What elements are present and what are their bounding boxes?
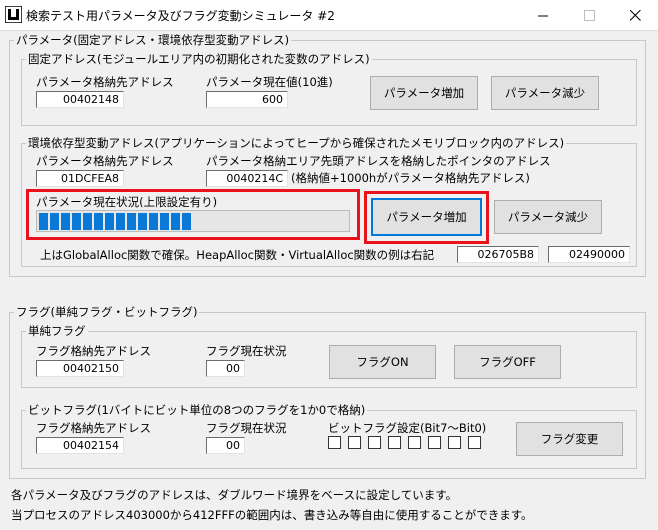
fixed-value-field[interactable]: 600 bbox=[206, 91, 288, 108]
progress-segment bbox=[149, 213, 158, 230]
bit-flag-checkbox-5[interactable] bbox=[368, 436, 381, 449]
bit-flag-address-field[interactable]: 00402154 bbox=[36, 437, 124, 454]
progress-segment bbox=[116, 213, 125, 230]
flag-off-button[interactable]: フラグOFF bbox=[454, 345, 561, 379]
bit-flag-checkbox-6[interactable] bbox=[348, 436, 361, 449]
bit-flag-status-field[interactable]: 00 bbox=[206, 437, 245, 454]
dynamic-address-group-title: 環境依存型変動アドレス(アプリケーションによってヒープから確保されたメモリブロッ… bbox=[26, 136, 567, 150]
close-icon bbox=[629, 9, 641, 21]
bit-flag-status-label: フラグ現在状況 bbox=[206, 421, 287, 435]
pointer-address-note: (格納値+1000hがパラメータ格納先アドレス) bbox=[291, 171, 530, 185]
progress-segment bbox=[83, 213, 92, 230]
footer-line-2: 当プロセスのアドレス403000から412FFFの範囲内は、書き込み等自由に使用… bbox=[11, 508, 533, 522]
simple-flag-address-label: フラグ格納先アドレス bbox=[36, 344, 151, 358]
progress-segment bbox=[105, 213, 114, 230]
dynamic-decrease-button[interactable]: パラメータ減少 bbox=[494, 200, 602, 234]
minimize-button[interactable] bbox=[520, 0, 566, 30]
simple-flag-status-field[interactable]: 00 bbox=[206, 360, 245, 377]
bit-flag-checkbox-1[interactable] bbox=[448, 436, 461, 449]
progress-segment bbox=[171, 213, 180, 230]
bit-flag-checkbox-0[interactable] bbox=[468, 436, 481, 449]
pointer-address-field[interactable]: 0040214C bbox=[206, 170, 288, 187]
app-icon bbox=[5, 6, 22, 23]
minimize-icon bbox=[537, 15, 548, 16]
progress-segment bbox=[50, 213, 59, 230]
bit-flag-group-title: ビットフラグ(1バイトにビット単位の8つのフラグを1か0で格納) bbox=[26, 403, 368, 417]
fixed-address-field[interactable]: 00402148 bbox=[36, 91, 124, 108]
dynamic-address-label: パラメータ格納先アドレス bbox=[36, 154, 174, 168]
progress-segment bbox=[61, 213, 70, 230]
flag-on-button[interactable]: フラグON bbox=[329, 345, 436, 379]
fixed-address-group-title: 固定アドレス(モジュールエリア内の初期化された変数のアドレス) bbox=[26, 52, 372, 66]
fixed-decrease-button[interactable]: パラメータ減少 bbox=[491, 76, 599, 110]
heap-alloc-field[interactable]: 026705B8 bbox=[457, 246, 539, 263]
close-button[interactable] bbox=[612, 0, 658, 30]
bit-flag-checkbox-4[interactable] bbox=[388, 436, 401, 449]
bit-flag-checkbox-2[interactable] bbox=[428, 436, 441, 449]
progress-segment bbox=[94, 213, 103, 230]
parameter-progress-bar bbox=[36, 210, 350, 232]
bit-flag-address-label: フラグ格納先アドレス bbox=[36, 421, 151, 435]
progress-segment bbox=[138, 213, 147, 230]
alloc-note: 上はGlobalAlloc関数で確保。HeapAlloc関数・VirtualAl… bbox=[40, 248, 435, 262]
progress-segment bbox=[72, 213, 81, 230]
bit-flag-checkbox-3[interactable] bbox=[408, 436, 421, 449]
flag-group-title: フラグ(単純フラグ・ビットフラグ) bbox=[14, 305, 200, 319]
fixed-value-label: パラメータ現在値(10進) bbox=[206, 75, 333, 89]
bit-flag-checkbox-7[interactable] bbox=[328, 436, 341, 449]
simple-flag-group-title: 単純フラグ bbox=[26, 324, 88, 338]
fixed-increase-button[interactable]: パラメータ増加 bbox=[370, 76, 478, 110]
progress-segment bbox=[182, 213, 191, 230]
dynamic-address-field[interactable]: 01DCFEA8 bbox=[36, 170, 124, 187]
virtual-alloc-field[interactable]: 02490000 bbox=[548, 246, 630, 263]
flag-change-button[interactable]: フラグ変更 bbox=[516, 422, 623, 456]
progress-segment bbox=[160, 213, 169, 230]
progress-segment bbox=[127, 213, 136, 230]
param-group-title: パラメータ(固定アドレス・環境依存型変動アドレス) bbox=[14, 33, 292, 47]
simple-flag-status-label: フラグ現在状況 bbox=[206, 344, 287, 358]
maximize-icon bbox=[583, 9, 595, 21]
window-title: 検索テスト用パラメータ及びフラグ変動シミュレータ #2 bbox=[26, 9, 335, 23]
footer-line-1: 各パラメータ及びフラグのアドレスは、ダブルワード境界をベースに設定しています。 bbox=[11, 488, 458, 502]
maximize-button[interactable] bbox=[566, 0, 612, 30]
dynamic-increase-button[interactable]: パラメータ増加 bbox=[371, 198, 482, 236]
status-label: パラメータ現在状況(上限設定有り) bbox=[36, 195, 218, 209]
simple-flag-address-field[interactable]: 00402150 bbox=[36, 360, 124, 377]
bit-flag-settings-label: ビットフラグ設定(Bit7〜Bit0) bbox=[328, 421, 487, 435]
pointer-address-label: パラメータ格納エリア先頭アドレスを格納したポインタのアドレス bbox=[206, 154, 551, 168]
progress-segment bbox=[39, 213, 48, 230]
fixed-address-label: パラメータ格納先アドレス bbox=[36, 75, 174, 89]
